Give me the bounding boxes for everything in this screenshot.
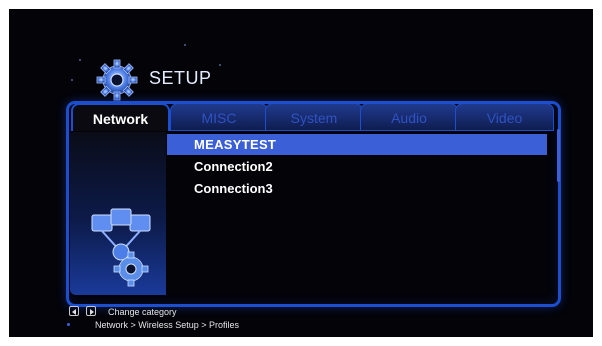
list-item-label: Connection3 <box>194 181 273 196</box>
right-arrow-key-icon <box>86 306 96 316</box>
tab-label: MISC <box>201 110 237 126</box>
tab-label: Network <box>92 111 149 127</box>
star-dot <box>219 64 221 66</box>
profiles-list: MEASYTEST Connection2 Connection3 <box>167 134 555 299</box>
list-item-connection2[interactable]: Connection2 <box>167 156 547 177</box>
tab-audio[interactable]: Audio <box>360 103 458 131</box>
tab-label: Video <box>486 110 523 126</box>
tv-screen: SETUP Network MISC System Audio Video ME… <box>9 9 593 337</box>
star-dot <box>71 79 73 81</box>
tab-network[interactable]: Network <box>71 103 170 131</box>
star-dot <box>184 44 186 46</box>
list-item-connection3[interactable]: Connection3 <box>167 178 547 199</box>
bullet-dot <box>67 323 70 326</box>
network-settings-icon <box>86 207 156 289</box>
category-illustration-panel <box>70 132 166 295</box>
tab-system[interactable]: System <box>265 103 363 131</box>
scrollbar[interactable] <box>557 129 560 182</box>
left-arrow-key-icon <box>69 306 79 316</box>
star-dot <box>79 59 81 61</box>
tab-misc[interactable]: MISC <box>170 103 268 131</box>
hint-text: Change category <box>108 307 177 317</box>
page-title: SETUP <box>149 68 212 88</box>
category-tabs: Network MISC System Audio Video <box>69 103 554 131</box>
list-item-measytest[interactable]: MEASYTEST <box>167 134 547 155</box>
list-item-label: Connection2 <box>194 159 273 174</box>
breadcrumb: Network > Wireless Setup > Profiles <box>95 320 240 330</box>
tab-label: Audio <box>391 110 427 126</box>
footer-hint: Change category Network > Wireless Setup… <box>64 306 364 336</box>
list-item-label: MEASYTEST <box>194 137 277 152</box>
tab-label: System <box>290 110 338 126</box>
tab-video[interactable]: Video <box>455 103 554 131</box>
setup-gear-icon <box>93 56 141 104</box>
